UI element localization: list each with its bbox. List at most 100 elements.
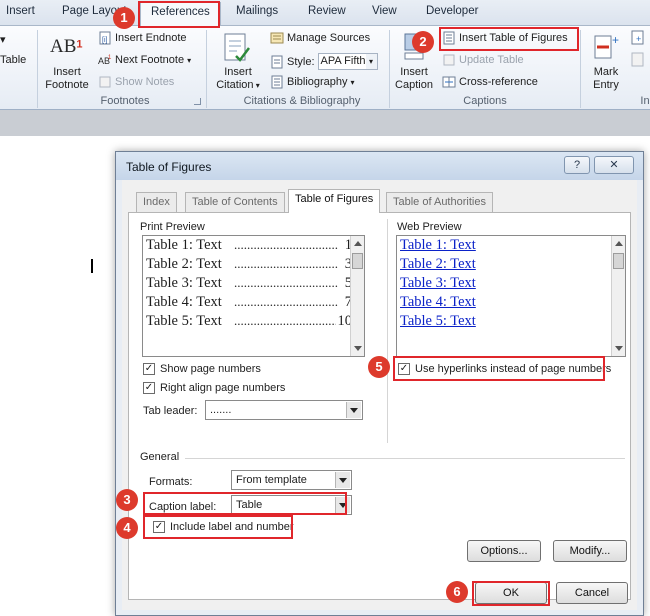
highlight-caption-label [143,492,347,515]
table-of-figures-dialog: Table of Figures ? ✕ Index Table of Cont… [115,151,644,616]
print-preview-entry-label: Table 3: Text [146,275,222,291]
text-cursor [91,259,93,273]
show-notes-button[interactable]: Show Notes [98,75,174,89]
show-page-numbers-label: Show page numbers [160,363,261,375]
insert-index-icon[interactable]: + [630,30,646,46]
web-preview-link[interactable]: Table 4: Text [400,294,476,311]
tab-leader-label: Tab leader: [143,405,198,417]
annotation-badge-3: 3 [116,489,138,511]
annotation-badge-5: 5 [368,356,390,378]
mark-entry-icon[interactable]: + [592,32,622,62]
update-table-icon [443,54,455,66]
captions-group-label: Captions [463,95,507,107]
tab-table-of-authorities[interactable]: Table of Authorities [386,192,493,212]
footnotes-launcher-icon[interactable] [194,98,201,105]
web-preview-scrollbar[interactable] [611,236,625,356]
insert-caption-button[interactable]: Insert Caption [392,66,436,92]
chevron-down-icon[interactable] [335,472,350,488]
annotation-badge-6: 6 [446,581,468,603]
dialog-body: Index Table of Contents Table of Figures… [122,180,637,610]
annotation-badge-1: 1 [113,7,135,29]
annotation-badge-4: 4 [116,517,138,539]
ab-glyph: AB [50,36,77,57]
update-table-button[interactable]: Update Table [442,53,524,67]
citations-group-label: Citations & Bibliography [243,95,361,107]
svg-text:1: 1 [108,55,112,61]
right-align-page-numbers-label: Right align page numbers [160,382,286,394]
cross-reference-button[interactable]: Cross-reference [442,75,538,89]
tab-insert[interactable]: Insert [6,5,35,17]
svg-text:[i]: [i] [102,37,108,44]
web-preview-link[interactable]: Table 5: Text [400,313,476,330]
index-group-label: In [640,95,650,107]
print-preview-entry-label: Table 2: Text [146,256,222,272]
close-icon[interactable]: ✕ [594,156,634,174]
formats-select[interactable]: From template [231,470,352,490]
style-icon [271,55,283,68]
print-preview-entry-label: Table 5: Text [146,313,222,329]
insert-citation-button[interactable]: Insert Citation ▾ [213,66,263,92]
tab-developer[interactable]: Developer [426,5,478,17]
next-footnote-icon: AB1 [98,55,112,66]
print-preview-entry-label: Table 1: Text [146,237,222,253]
insert-endnote-button[interactable]: [i] Insert Endnote [98,31,187,45]
show-notes-icon [99,76,111,88]
print-preview-scrollbar[interactable] [350,236,364,356]
style-label: Style: [287,55,315,68]
print-preview-entry: Table 1: Text...........................… [146,237,352,254]
next-footnote-button[interactable]: AB 1 Next Footnote ▾ [98,53,191,67]
options-button[interactable]: Options... [467,540,541,562]
chevron-down-icon[interactable] [346,402,361,418]
web-preview-link[interactable]: Table 3: Text [400,275,476,292]
help-button[interactable]: ? [564,156,590,174]
tab-index[interactable]: Index [136,192,177,212]
manage-sources-icon [270,32,284,44]
update-index-icon[interactable] [630,52,646,68]
annotation-badge-2: 2 [412,31,434,53]
dialog-title-bar[interactable]: Table of Figures ? ✕ [116,152,643,180]
endnote-icon: [i] [99,31,111,45]
highlight-insert-table-of-figures [439,27,579,51]
highlight-references-tab [138,1,220,28]
style-selector[interactable]: Style: APA Fifth ▾ [270,53,378,70]
tab-leader-select[interactable]: ....... [205,400,363,420]
ruler-bar [0,110,650,136]
modify-button[interactable]: Modify... [553,540,627,562]
style-combo[interactable]: APA Fifth ▾ [317,53,378,70]
svg-text:+: + [612,33,619,47]
print-preview-entry: Table 2: Text...........................… [146,256,352,273]
insert-footnote-icon[interactable]: AB1 [50,36,83,62]
web-preview-box: Table 1: Text Table 2: Text Table 3: Text T… [396,235,626,357]
insert-citation-icon[interactable] [222,32,252,64]
highlight-use-hyperlinks [393,356,605,381]
highlight-include-label [143,515,293,539]
tab-view[interactable]: View [372,5,397,17]
insert-footnote-button[interactable]: Insert Footnote [42,66,92,92]
svg-text:+: + [636,34,641,44]
ribbon-tab-bar: Insert Page Layout References Mailings R… [0,0,650,27]
manage-sources-button[interactable]: Manage Sources [270,31,370,45]
bibliography-button[interactable]: Bibliography ▾ [270,75,355,89]
mark-entry-button[interactable]: Mark Entry [584,66,628,92]
print-preview-entry: Table 5: Text...........................… [146,313,352,330]
tab-mailings[interactable]: Mailings [236,5,278,17]
highlight-ok-button [472,581,550,606]
general-section-label: General [140,451,180,463]
formats-label: Formats: [149,476,193,488]
web-preview-link[interactable]: Table 1: Text [400,237,476,254]
show-page-numbers-checkbox[interactable]: ✓ [143,363,155,375]
ribbon-left-table[interactable]: Table [0,54,26,66]
print-preview-label: Print Preview [140,221,205,233]
tab-panel: Print Preview Table 1: Text.............… [128,212,631,600]
tab-table-of-contents[interactable]: Table of Contents [185,192,285,212]
web-preview-label: Web Preview [397,221,462,233]
right-align-page-numbers-checkbox[interactable]: ✓ [143,382,155,394]
cross-reference-icon [442,76,456,88]
dialog-title: Table of Figures [126,160,212,174]
print-preview-box: Table 1: Text...........................… [142,235,365,357]
ribbon-left-arrow: ▾ [0,34,6,46]
cancel-button[interactable]: Cancel [556,582,628,604]
web-preview-link[interactable]: Table 2: Text [400,256,476,273]
tab-review[interactable]: Review [308,5,346,17]
tab-table-of-figures[interactable]: Table of Figures [288,189,381,213]
